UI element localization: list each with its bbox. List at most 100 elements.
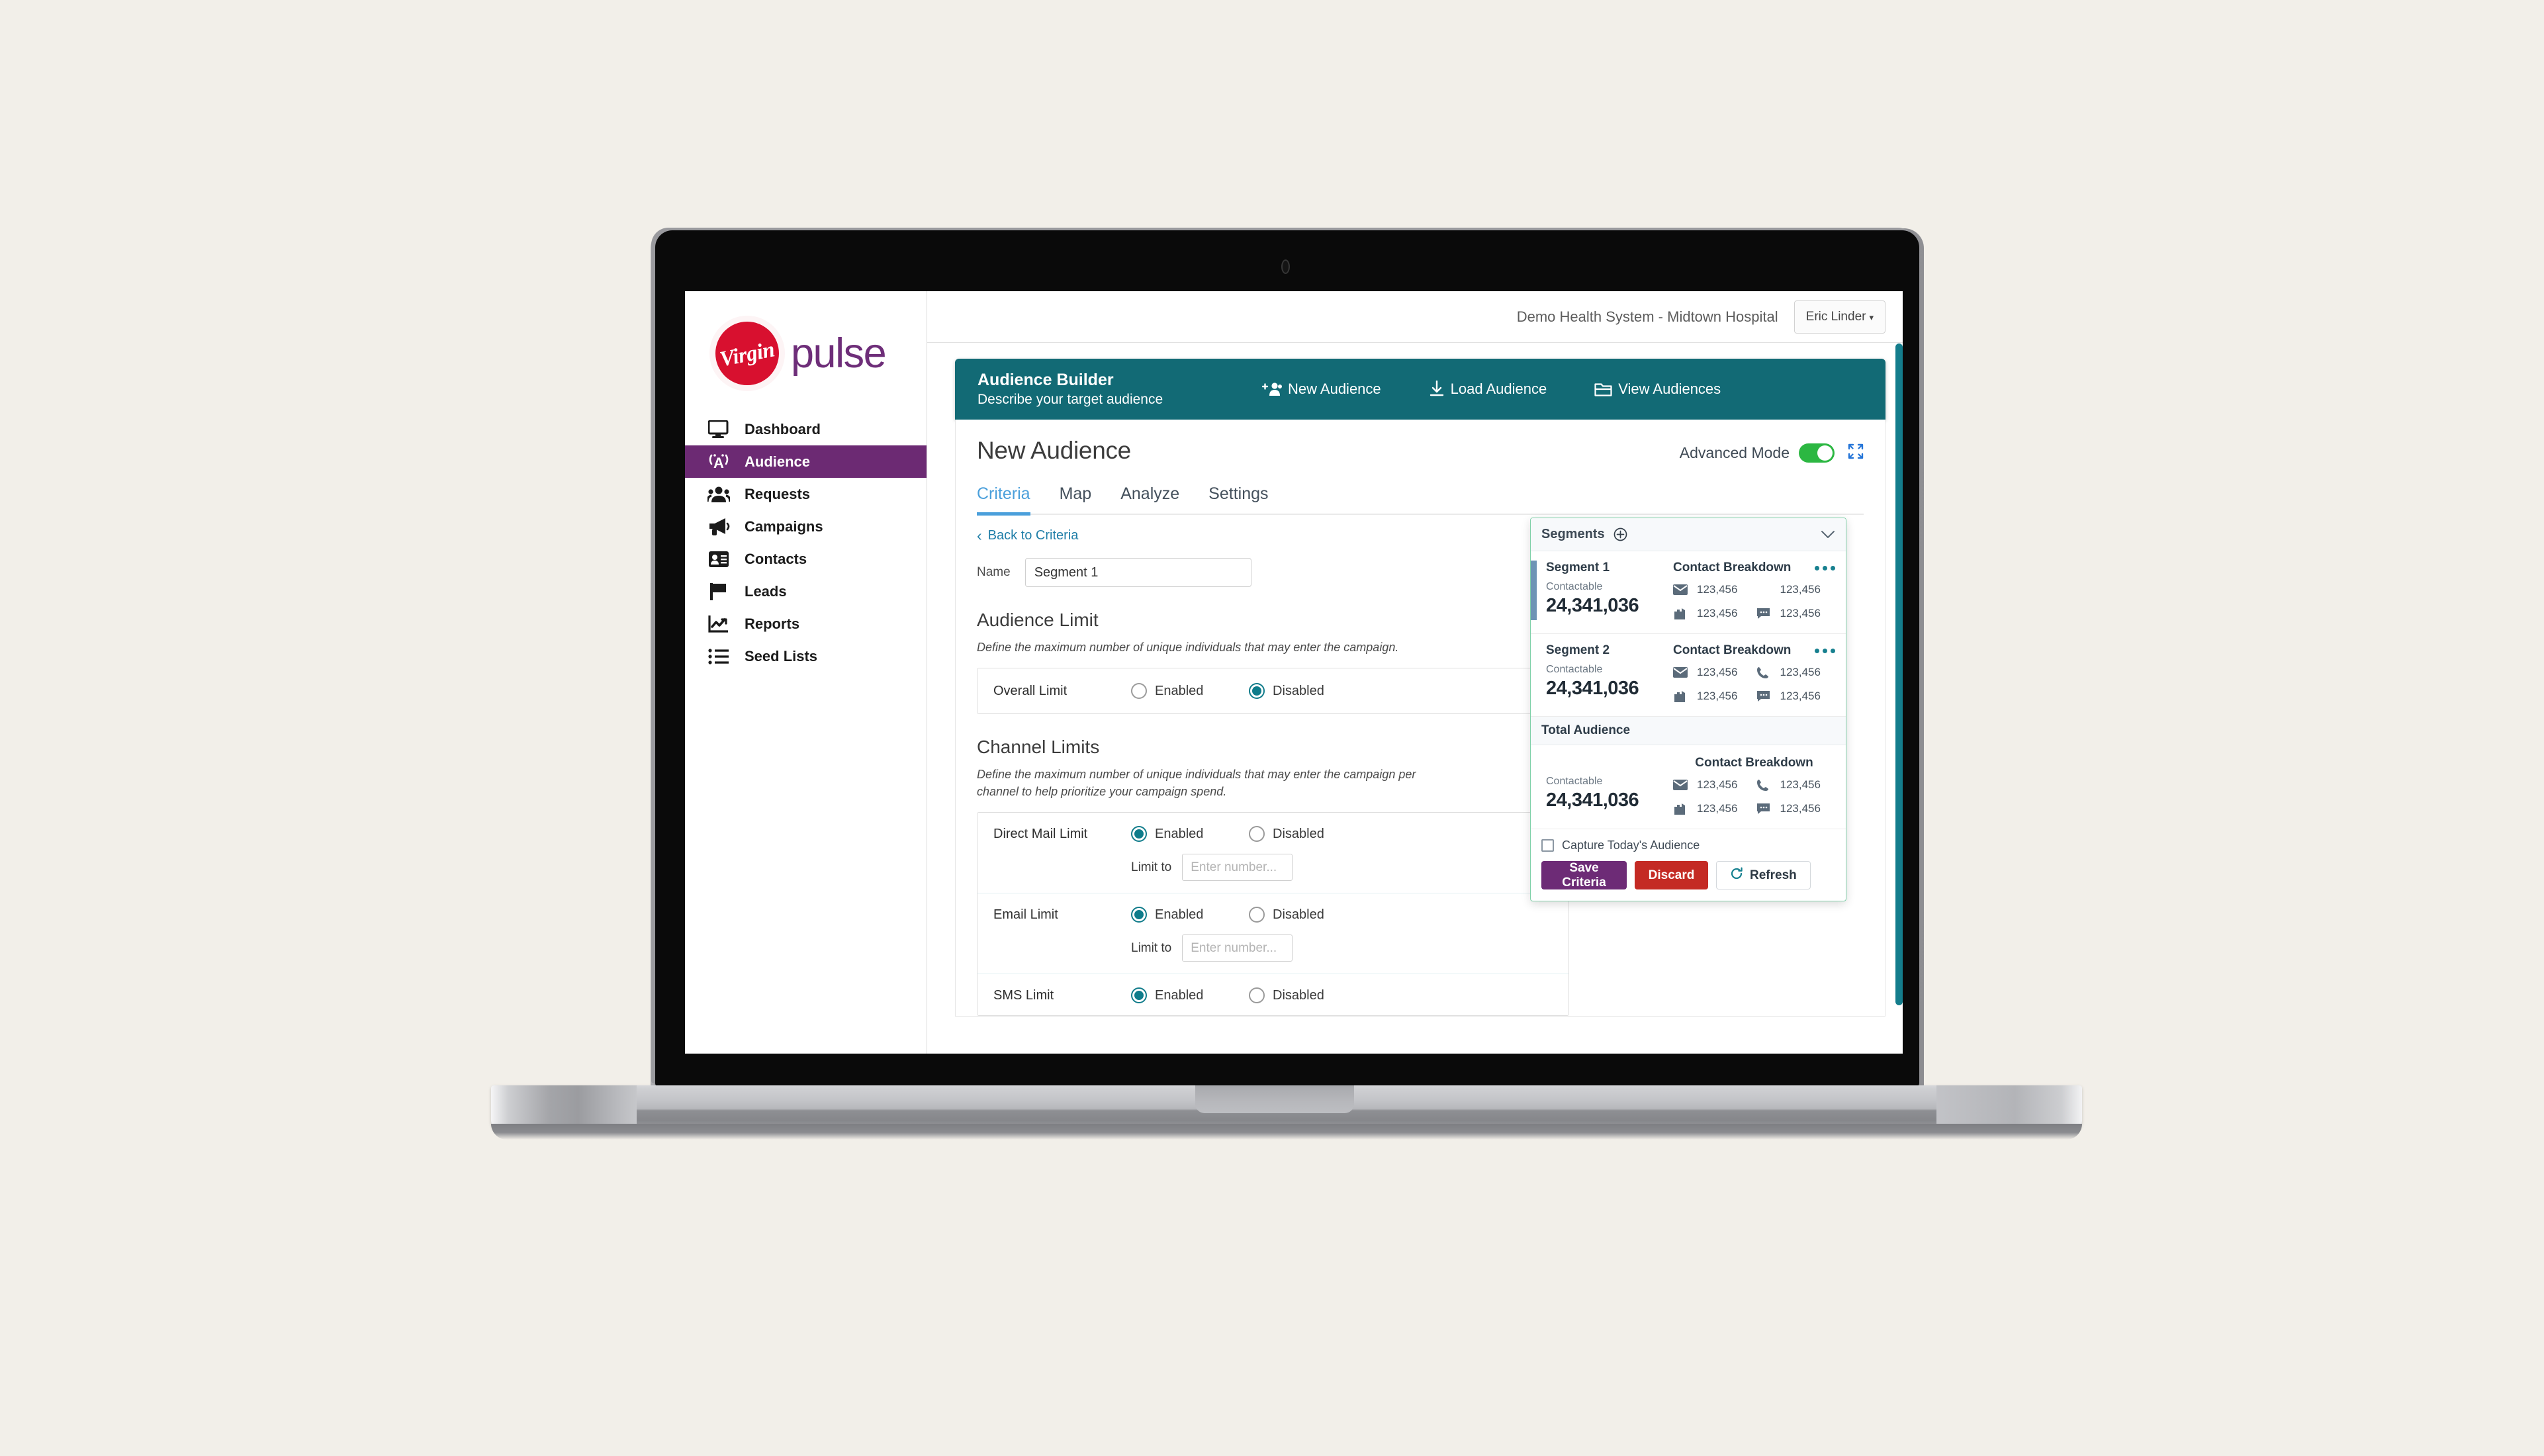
- sidebar-item-campaigns[interactable]: Campaigns: [685, 510, 927, 543]
- segments-panel: Segments Segment 1 Contactable 24,341,03…: [1530, 518, 1846, 901]
- chart-icon: [707, 614, 731, 634]
- content-area: Audience Builder Describe your target au…: [927, 343, 1903, 1054]
- breakdown-email: 123,456: [1673, 666, 1752, 679]
- contactable-label: Contactable: [1546, 581, 1603, 592]
- refresh-icon: [1730, 867, 1743, 884]
- direct-mail-limit-row: Limit to: [993, 854, 1568, 882]
- contact-breakdown: Contact Breakdown 123,456 123,456 123,45…: [1673, 643, 1835, 703]
- breakdown-value: 123,456: [1780, 607, 1821, 619]
- mailbox-icon: [1673, 690, 1691, 703]
- overall-limit-row: Overall Limit Enabled Disabled: [977, 668, 1568, 713]
- virgin-circle-logo-icon: Virgin: [715, 322, 779, 385]
- virgin-pulse-logo: Virgin pulse: [685, 311, 927, 389]
- breakdown-value: 123,456: [1697, 778, 1738, 791]
- name-input[interactable]: [1024, 558, 1251, 587]
- breakdown-direct-mail: 123,456: [1673, 802, 1752, 815]
- toolbar-action-label: Load Audience: [1450, 381, 1547, 397]
- contact-breakdown-label: Contact Breakdown: [1695, 756, 1813, 770]
- application-window: Virgin pulse Dashboard A Audience Reques…: [685, 291, 1903, 1054]
- plus-circle-icon[interactable]: [1613, 527, 1627, 541]
- segment-card[interactable]: Segment 2 Contactable 24,341,036 Contact…: [1531, 634, 1846, 717]
- segment-summary: Segment 1 Contactable 24,341,036: [1537, 561, 1673, 620]
- direct-mail-limit-input[interactable]: [1182, 854, 1293, 882]
- sidebar-item-seed-lists[interactable]: Seed Lists: [685, 640, 927, 672]
- new-audience-button[interactable]: New Audience: [1262, 381, 1381, 398]
- contactable-count: 24,341,036: [1546, 678, 1639, 699]
- main-column: Demo Health System - Midtown Hospital Er…: [927, 291, 1903, 1054]
- user-menu-button[interactable]: Eric Linder ▾: [1794, 300, 1885, 334]
- segment-accent-bar: [1531, 643, 1537, 703]
- contact-card-icon: [707, 549, 731, 569]
- discard-button[interactable]: Discard: [1635, 861, 1708, 889]
- people-icon: [707, 484, 731, 504]
- segment-options-menu-icon[interactable]: [1815, 561, 1835, 570]
- capture-today-row[interactable]: Capture Today's Audience: [1541, 839, 1835, 852]
- sidebar-item-requests[interactable]: Requests: [685, 478, 927, 510]
- channel-limits-description: Define the maximum number of unique indi…: [977, 768, 1416, 799]
- radio-label: Enabled: [1155, 907, 1204, 922]
- refresh-button[interactable]: Refresh: [1716, 861, 1811, 889]
- capture-today-checkbox[interactable]: [1541, 839, 1554, 852]
- advanced-mode-toggle[interactable]: [1799, 443, 1835, 463]
- direct-mail-enabled-radio[interactable]: Enabled: [1131, 826, 1249, 842]
- sidebar-item-audience[interactable]: A Audience: [685, 445, 927, 478]
- expand-icon[interactable]: [1848, 443, 1864, 463]
- audience-limit-box: Overall Limit Enabled Disabled: [977, 668, 1569, 715]
- user-name-label: Eric Linder: [1805, 309, 1866, 324]
- breakdown-phone: 123,456: [1756, 778, 1836, 792]
- channel-label: SMS Limit: [993, 987, 1054, 1003]
- email-limit-input[interactable]: [1182, 934, 1293, 962]
- contact-breakdown-label: Contact Breakdown: [1673, 561, 1792, 574]
- phone-icon: [1756, 779, 1774, 792]
- breakdown-direct-mail: 123,456: [1673, 607, 1752, 620]
- toolbar-actions: New Audience Load Audience View Audience…: [1262, 381, 1721, 398]
- load-audience-button[interactable]: Load Audience: [1429, 381, 1547, 398]
- save-criteria-button[interactable]: Save Criteria: [1541, 861, 1627, 889]
- tab-settings[interactable]: Settings: [1208, 484, 1268, 514]
- sidebar-item-label: Dashboard: [745, 420, 821, 437]
- audience-builder-toolbar: Audience Builder Describe your target au…: [955, 359, 1885, 420]
- breakdown-value: 123,456: [1780, 583, 1821, 596]
- channel-block-direct-mail: Direct Mail Limit Enabled Disabled Limit…: [977, 813, 1568, 893]
- page-title: New Audience: [977, 437, 1131, 464]
- radio-icon: [1249, 826, 1265, 842]
- page-head: New Audience Advanced Mode: [977, 437, 1864, 465]
- breakdown-value: 123,456: [1780, 778, 1821, 791]
- sidebar-item-leads[interactable]: Leads: [685, 575, 927, 608]
- limit-to-label: Limit to: [1131, 860, 1172, 874]
- radio-icon: [1249, 907, 1265, 923]
- overall-limit-disabled-radio[interactable]: Disabled: [1249, 683, 1367, 700]
- sms-icon: [1756, 690, 1774, 702]
- flag-icon: [707, 582, 731, 602]
- refresh-label: Refresh: [1750, 868, 1797, 882]
- toolbar-action-label: New Audience: [1288, 381, 1381, 397]
- sms-disabled-radio[interactable]: Disabled: [1249, 987, 1367, 1004]
- viewport-scrollbar[interactable]: [1895, 343, 1903, 1005]
- email-enabled-radio[interactable]: Enabled: [1131, 907, 1249, 923]
- sidebar-item-dashboard[interactable]: Dashboard: [685, 413, 927, 445]
- chevron-down-icon[interactable]: [1821, 530, 1835, 539]
- sidebar-item-contacts[interactable]: Contacts: [685, 543, 927, 575]
- advanced-mode-label: Advanced Mode: [1679, 444, 1790, 461]
- contact-breakdown: Contact Breakdown 123,456 123,456 123,45…: [1673, 561, 1835, 620]
- email-disabled-radio[interactable]: Disabled: [1249, 907, 1367, 923]
- breakdown-value: 123,456: [1697, 690, 1738, 702]
- segment-card[interactable]: Segment 1 Contactable 24,341,036 Contact…: [1531, 551, 1846, 634]
- radio-label: Disabled: [1273, 826, 1324, 841]
- tab-criteria[interactable]: Criteria: [977, 484, 1030, 516]
- direct-mail-disabled-radio[interactable]: Disabled: [1249, 826, 1367, 842]
- segment-name: Segment 2: [1546, 643, 1610, 657]
- sms-enabled-radio[interactable]: Enabled: [1131, 987, 1249, 1004]
- overall-limit-enabled-radio[interactable]: Enabled: [1131, 683, 1249, 700]
- tab-map[interactable]: Map: [1060, 484, 1092, 514]
- sidebar-nav: Dashboard A Audience Requests Campaigns …: [685, 413, 927, 672]
- view-audiences-button[interactable]: View Audiences: [1594, 381, 1721, 398]
- sidebar-item-reports[interactable]: Reports: [685, 608, 927, 640]
- breakdown-value: 123,456: [1780, 690, 1821, 702]
- breakdown-value: 123,456: [1697, 607, 1738, 619]
- tab-analyze[interactable]: Analyze: [1120, 484, 1179, 514]
- radio-icon: [1131, 987, 1147, 1004]
- envelope-icon: [1673, 584, 1691, 595]
- segment-accent-bar: [1531, 561, 1537, 620]
- segment-options-menu-icon[interactable]: [1815, 643, 1835, 653]
